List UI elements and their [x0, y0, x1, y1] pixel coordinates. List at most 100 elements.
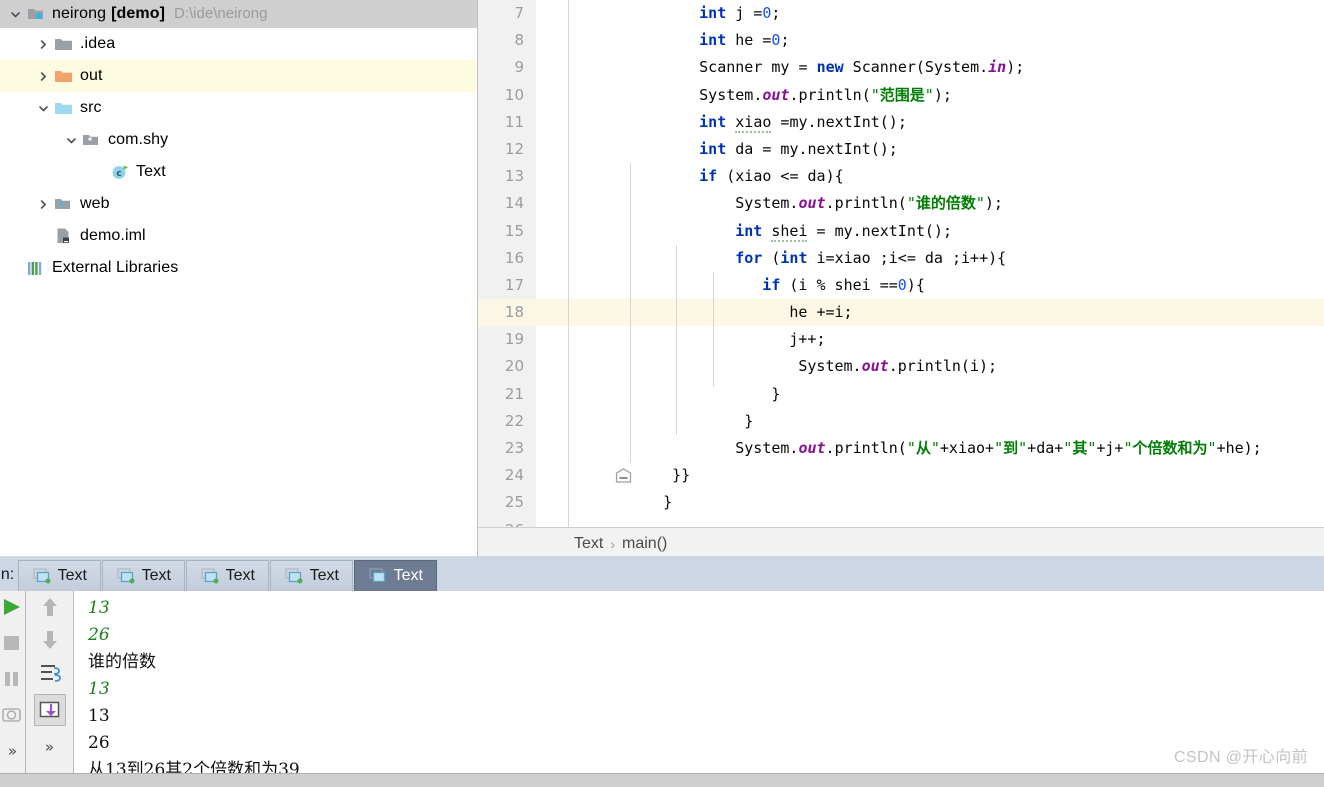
editor-code[interactable]: int da = my.nextInt();	[623, 136, 898, 163]
tree-item--idea[interactable]: .idea	[0, 28, 477, 60]
editor-line[interactable]: 19 j++;	[478, 326, 1324, 354]
editor-code[interactable]: int shei = my.nextInt();	[623, 218, 952, 245]
project-tree[interactable]: .idea out src com.shy c Text web demo.iml Extern…	[0, 28, 477, 284]
editor-gutter[interactable]	[536, 462, 632, 489]
editor-line[interactable]: 7 int j =0;	[478, 0, 1324, 28]
editor-code[interactable]: Scanner my = new Scanner(System.in);	[623, 54, 1024, 81]
editor-code[interactable]: System.out.println("从"+xiao+"到"+da+"其"+j…	[623, 435, 1261, 462]
tree-item-external-libraries[interactable]: External Libraries	[0, 252, 477, 284]
editor-line[interactable]: 10 System.out.println("范围是");	[478, 81, 1324, 109]
chevron-down-icon[interactable]	[60, 135, 82, 146]
chevron-right-icon[interactable]	[32, 71, 54, 82]
editor-code[interactable]: }	[623, 408, 753, 435]
tree-item-text[interactable]: c Text	[0, 156, 477, 188]
tree-item-out[interactable]: out	[0, 60, 477, 92]
editor-gutter[interactable]	[536, 517, 623, 527]
editor-gutter[interactable]	[536, 0, 623, 27]
editor-line[interactable]: 14 System.out.println("谁的倍数");	[478, 190, 1324, 218]
editor-code[interactable]: int xiao =my.nextInt();	[623, 109, 907, 136]
editor-gutter[interactable]	[536, 245, 623, 272]
editor-code[interactable]: he +=i;	[623, 299, 852, 326]
editor-line[interactable]: 13 if (xiao <= da){	[478, 163, 1324, 191]
editor-line[interactable]: 8 int he =0;	[478, 27, 1324, 55]
more-chevrons-icon[interactable]: »	[38, 735, 62, 759]
editor-code[interactable]: }	[623, 489, 672, 516]
editor-line[interactable]: 25}	[478, 489, 1324, 517]
editor-code[interactable]: System.out.println("谁的倍数");	[623, 190, 1003, 217]
editor-gutter[interactable]	[536, 435, 623, 462]
run-tab-bar[interactable]: un: Text Text Text Text Text	[0, 556, 1324, 591]
editor-gutter[interactable]	[536, 299, 623, 326]
editor-gutter[interactable]	[536, 27, 623, 54]
editor-gutter[interactable]	[536, 136, 623, 163]
editor-code[interactable]: j++;	[623, 326, 825, 353]
tree-item-com-shy[interactable]: com.shy	[0, 124, 477, 156]
editor-line[interactable]: 17 if (i % shei ==0){	[478, 271, 1324, 300]
editor-code[interactable]: int he =0;	[623, 27, 789, 54]
run-toolbar-left[interactable]: »	[0, 591, 26, 787]
editor-gutter[interactable]	[536, 489, 623, 516]
editor-gutter[interactable]	[536, 408, 623, 435]
tree-item-demo-iml[interactable]: demo.iml	[0, 220, 477, 252]
editor-line[interactable]: 20 System.out.println(i);	[478, 353, 1324, 381]
editor-code[interactable]: System.out.println(i);	[623, 353, 997, 380]
editor-line[interactable]: 22}	[478, 407, 1324, 435]
chevron-down-icon[interactable]	[32, 103, 54, 114]
code-editor[interactable]: 7 int j =0; 8 int he =0; 9 Scanner my = new S…	[478, 0, 1324, 527]
editor-line[interactable]: 11 int xiao =my.nextInt();	[478, 108, 1324, 136]
soft-wrap-icon[interactable]	[38, 661, 62, 685]
chevron-down-icon[interactable]	[4, 9, 26, 20]
run-tab[interactable]: Text	[270, 560, 354, 591]
editor-gutter[interactable]	[536, 109, 623, 136]
editor-line[interactable]: 23 System.out.println("从"+xiao+"到"+da+"其"…	[478, 435, 1324, 463]
scroll-to-end-icon[interactable]	[33, 694, 66, 726]
run-play-icon[interactable]	[1, 595, 25, 619]
project-tool-window[interactable]: neirong [demo] D:\ide\neirong .idea out sr…	[0, 0, 478, 556]
editor-gutter[interactable]	[536, 218, 623, 245]
arrow-up-icon[interactable]	[38, 595, 62, 619]
camera-icon[interactable]	[1, 703, 25, 727]
editor-line[interactable]: 21}	[478, 380, 1324, 408]
editor-gutter[interactable]	[536, 381, 623, 408]
editor-gutter[interactable]	[536, 190, 623, 217]
editor-code[interactable]: for (int i=xiao ;i<= da ;i++){	[623, 245, 1006, 272]
run-tool-window[interactable]: un: Text Text Text Text Text	[0, 556, 1324, 787]
editor-gutter[interactable]	[536, 54, 623, 81]
editor-code[interactable]: }	[623, 381, 780, 408]
chevron-right-icon[interactable]	[32, 199, 54, 210]
editor-line[interactable]: 12 int da = my.nextInt();	[478, 135, 1324, 164]
tree-item-src[interactable]: src	[0, 92, 477, 124]
editor-code[interactable]	[623, 517, 627, 527]
stop-icon[interactable]	[1, 631, 25, 655]
project-root-row[interactable]: neirong [demo] D:\ide\neirong	[0, 0, 477, 28]
more-chevrons-icon[interactable]: »	[1, 739, 25, 763]
run-tab[interactable]: Text	[102, 560, 186, 591]
editor-line[interactable]: 24}}	[478, 462, 1324, 490]
editor-gutter[interactable]	[536, 326, 623, 353]
chevron-right-icon[interactable]	[32, 39, 54, 50]
editor-code[interactable]: if (xiao <= da){	[623, 163, 844, 190]
run-tab[interactable]: Text	[186, 560, 270, 591]
editor-gutter[interactable]	[536, 82, 623, 109]
console-output[interactable]: 13 26 谁的倍数 13 13 26 从13到26其2个倍数和为39	[74, 591, 1324, 787]
editor-line[interactable]: 15 int shei = my.nextInt();	[478, 217, 1324, 245]
arrow-down-icon[interactable]	[38, 628, 62, 652]
editor-code[interactable]: }}	[623, 462, 690, 489]
run-toolbar-right[interactable]: »	[26, 591, 74, 787]
editor-line[interactable]: 9 Scanner my = new Scanner(System.in);	[478, 54, 1324, 82]
run-tab[interactable]: Text	[354, 560, 438, 591]
run-tab[interactable]: Text	[18, 560, 102, 591]
editor-gutter[interactable]	[536, 163, 623, 190]
editor-gutter[interactable]	[536, 272, 623, 299]
editor-code[interactable]: System.out.println("范围是");	[623, 82, 952, 109]
editor-code[interactable]: int j =0;	[623, 0, 780, 27]
breadcrumb-item-class[interactable]: Text	[574, 535, 603, 553]
editor-line[interactable]: 26	[478, 516, 1324, 527]
tree-item-web[interactable]: web	[0, 188, 477, 220]
breadcrumb-item-method[interactable]: main()	[622, 535, 667, 553]
editor-code[interactable]: if (i % shei ==0){	[623, 272, 925, 299]
fold-marker-icon[interactable]	[615, 468, 632, 483]
pause-icon[interactable]	[1, 667, 25, 691]
editor-line[interactable]: 18 he +=i;	[478, 299, 1324, 327]
editor-gutter[interactable]	[536, 353, 623, 380]
